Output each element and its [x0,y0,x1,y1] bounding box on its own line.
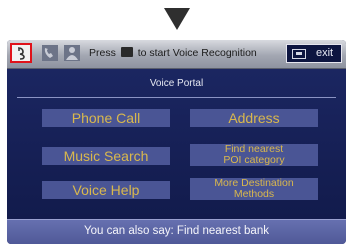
exit-icon [292,49,306,59]
voice-portal-screen: Press to start Voice Recognition exit Vo… [7,40,346,244]
divider [17,97,336,98]
portal-title: Voice Portal [149,78,204,89]
exit-label: exit [316,47,334,59]
more-dest-line2: Methods [233,188,275,200]
phone-call-option[interactable]: Phone Call [42,109,170,127]
talk-key-icon [120,47,133,57]
voice-recognition-instruction: Press to start Voice Recognition [89,47,257,59]
music-search-option[interactable]: Music Search [42,147,170,165]
find-nearest-poi-option[interactable]: Find nearest POI category [190,144,318,166]
person-icon [64,45,80,61]
address-option[interactable]: Address [190,109,318,127]
voice-portal-panel: Voice Portal Phone Call Address Music Se… [7,69,346,219]
voice-command-icon[interactable] [10,43,32,63]
more-destination-methods-option[interactable]: More Destination Methods [190,178,318,200]
press-prefix: Press [89,47,116,59]
hint-text: You can also say: Find nearest bank [84,225,269,237]
voice-help-option[interactable]: Voice Help [42,181,170,199]
down-arrow-icon [164,8,190,30]
exit-button[interactable]: exit [286,44,342,63]
phone-icon [42,45,58,61]
find-poi-line2: POI category [223,154,285,166]
hint-bar: You can also say: Find nearest bank [7,219,346,244]
press-suffix: to start Voice Recognition [137,47,257,59]
top-bar: Press to start Voice Recognition exit [7,40,346,69]
